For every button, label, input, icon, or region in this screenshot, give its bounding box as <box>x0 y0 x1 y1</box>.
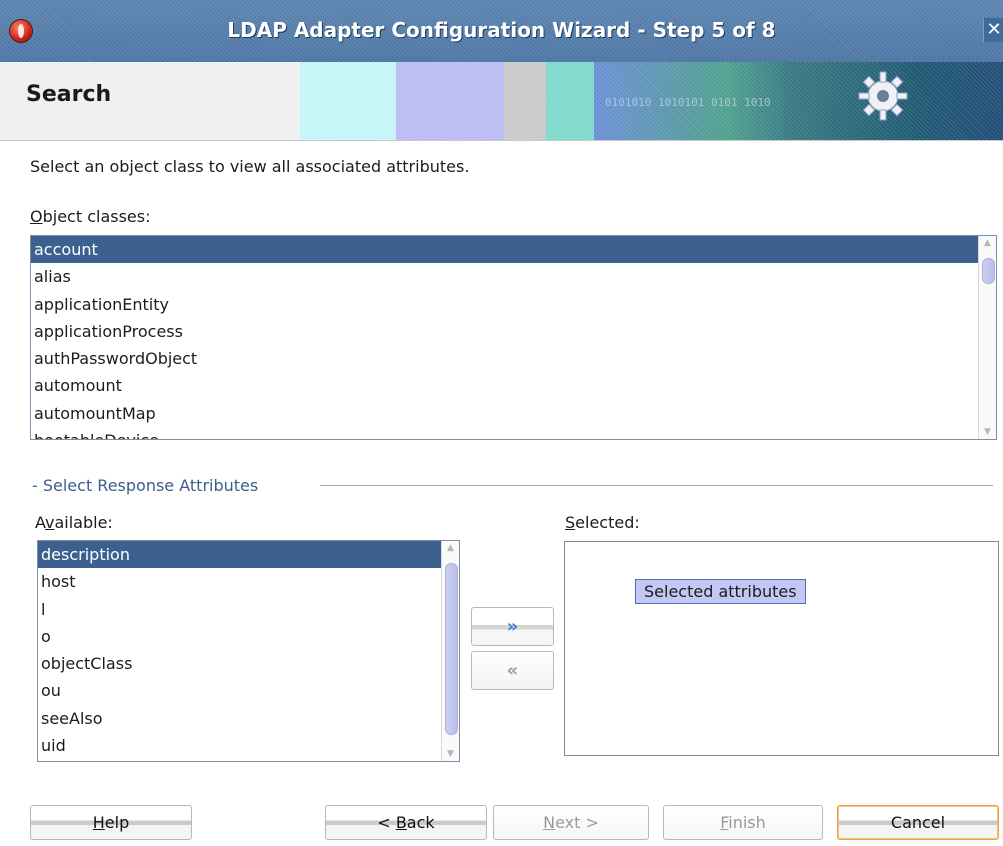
object-class-item[interactable]: applicationEntity <box>31 291 978 318</box>
scroll-thumb[interactable] <box>982 258 995 284</box>
scroll-up-icon[interactable]: ▲ <box>979 236 996 250</box>
instructions-text: Select an object class to view all assoc… <box>30 157 470 176</box>
close-button[interactable]: ✕ <box>983 18 1003 42</box>
double-chevron-left-icon: « <box>506 660 519 681</box>
scroll-down-icon[interactable]: ▼ <box>979 425 996 439</box>
available-attribute-item[interactable]: description <box>38 541 441 569</box>
section-title: - Select Response Attributes <box>32 476 259 495</box>
selected-attributes-list[interactable] <box>564 541 999 756</box>
available-attribute-item[interactable]: seeAlso <box>38 705 441 732</box>
object-class-item[interactable]: automountMap <box>31 400 978 427</box>
object-class-item[interactable]: authPasswordObject <box>31 345 978 372</box>
object-classes-label: Object classes: <box>30 207 151 226</box>
add-attribute-button[interactable]: » <box>471 607 554 646</box>
title-bar: LDAP Adapter Configuration Wizard - Step… <box>0 0 1003 62</box>
double-chevron-right-icon: » <box>506 616 519 637</box>
back-button[interactable]: < Back <box>325 805 487 840</box>
section-divider <box>320 485 993 486</box>
object-class-item[interactable]: account <box>31 236 978 264</box>
available-scrollbar[interactable]: ▲ ▼ <box>441 541 459 761</box>
help-button[interactable]: Help <box>30 805 192 840</box>
available-attribute-item[interactable]: uid <box>38 732 441 759</box>
object-classes-list[interactable]: account alias applicationEntity application… <box>30 235 997 440</box>
next-button[interactable]: Next > <box>493 805 649 840</box>
scroll-up-icon[interactable]: ▲ <box>442 541 459 555</box>
window-title: LDAP Adapter Configuration Wizard - Step… <box>227 18 776 42</box>
remove-attribute-button[interactable]: « <box>471 651 554 690</box>
gear-icon <box>858 71 908 121</box>
available-attribute-item[interactable]: host <box>38 568 441 595</box>
page-title: Search <box>26 82 112 107</box>
object-classes-scrollbar[interactable]: ▲ ▼ <box>978 236 996 439</box>
object-class-item[interactable]: automount <box>31 372 978 399</box>
scroll-down-icon[interactable]: ▼ <box>442 747 459 761</box>
selected-label: Selected: <box>565 513 640 532</box>
object-class-item[interactable]: applicationProcess <box>31 318 978 345</box>
object-class-item[interactable]: bootableDevice <box>31 427 978 439</box>
available-attribute-item[interactable]: o <box>38 623 441 650</box>
selected-attributes-placeholder: Selected attributes <box>635 579 806 604</box>
available-attribute-item[interactable]: objectClass <box>38 650 441 677</box>
available-attributes-list[interactable]: description host l o objectClass ou seeAlso uid… <box>37 540 460 762</box>
available-attribute-item[interactable]: l <box>38 596 441 623</box>
object-class-item[interactable]: alias <box>31 263 978 290</box>
available-label: Available: <box>35 513 113 532</box>
available-attribute-item[interactable]: ou <box>38 677 441 704</box>
cancel-button[interactable]: Cancel <box>837 805 999 840</box>
banner-digits: 0101010 1010101 0101 1010 <box>605 96 771 109</box>
finish-button[interactable]: Finish <box>663 805 823 840</box>
scroll-thumb[interactable] <box>445 563 458 735</box>
